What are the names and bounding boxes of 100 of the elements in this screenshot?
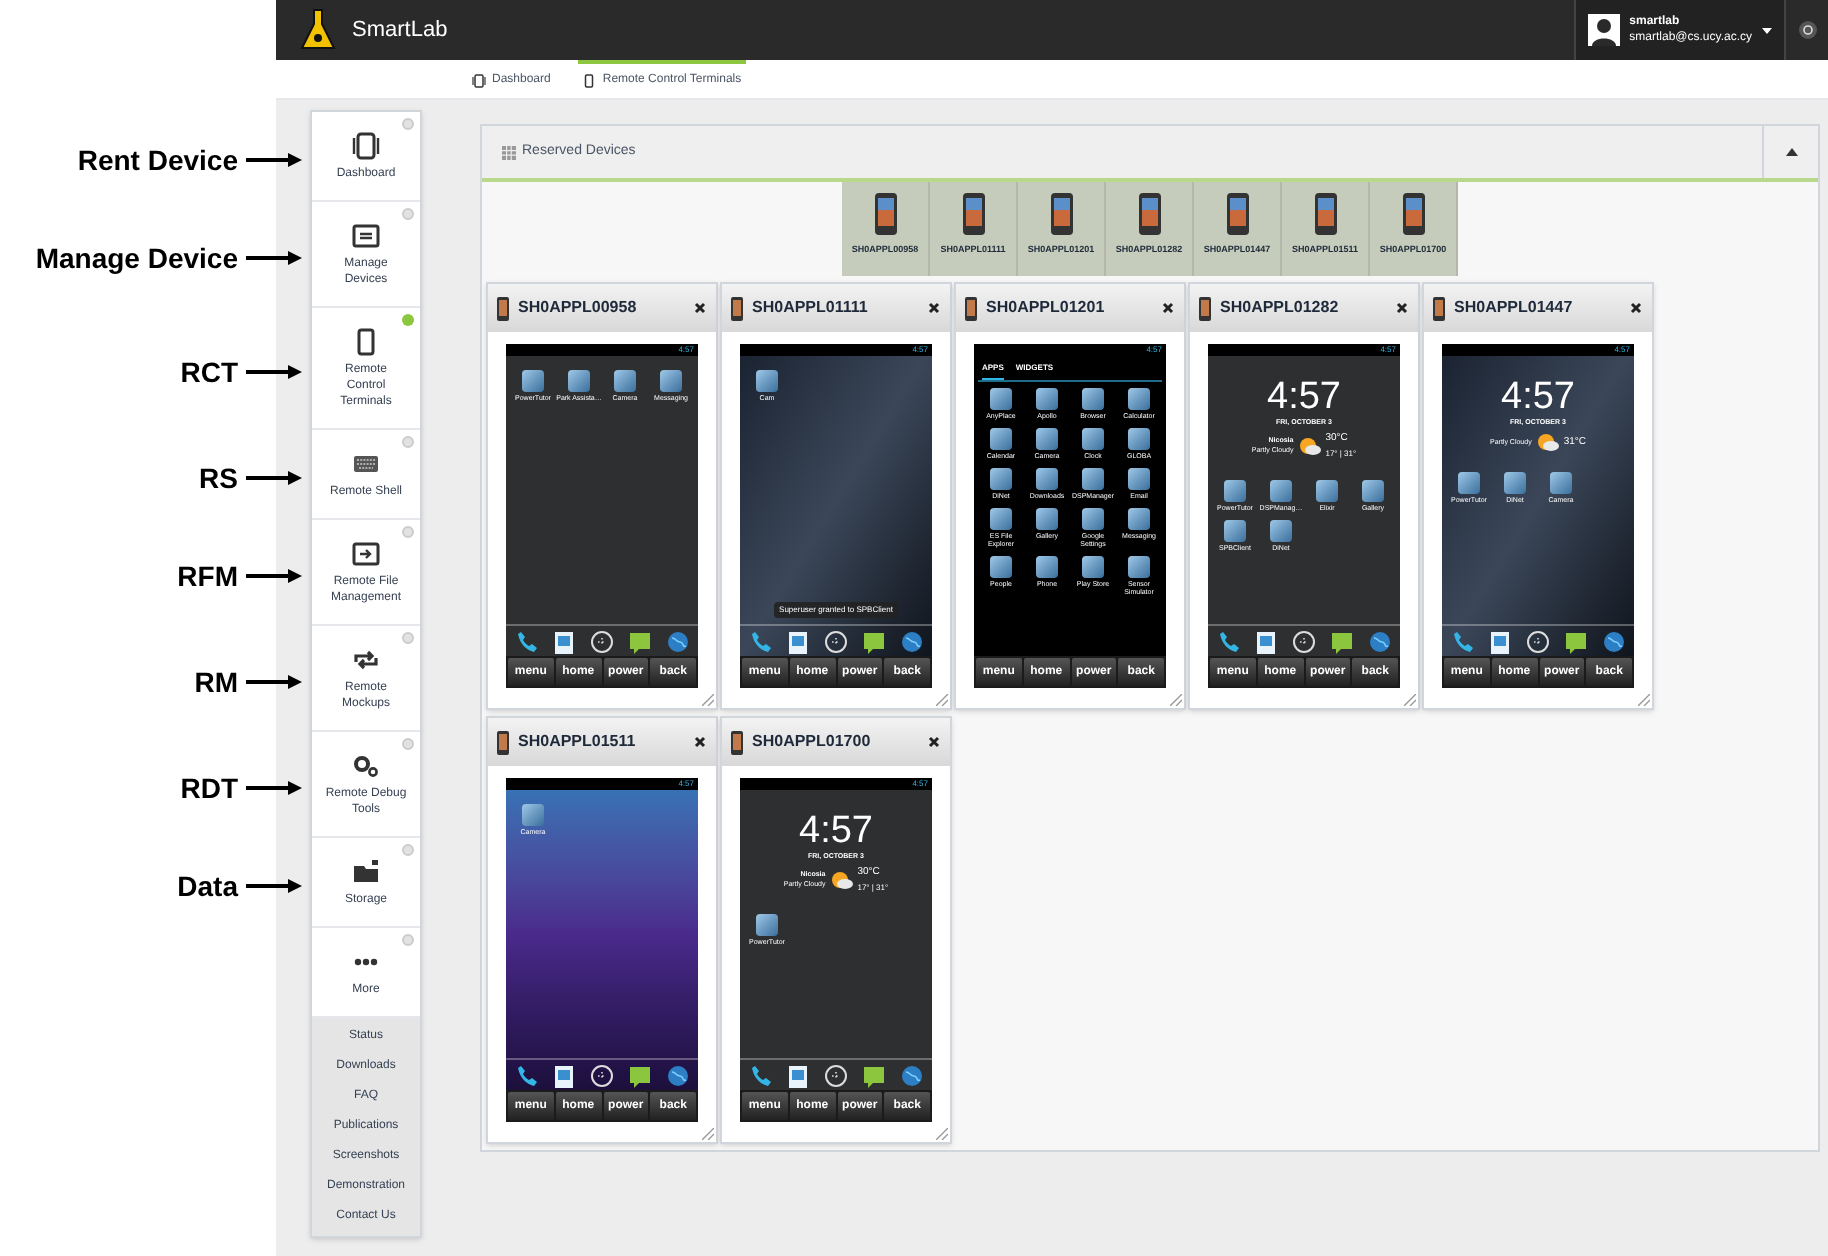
app-grid-icon bbox=[823, 629, 848, 653]
annotation-label: RS bbox=[199, 459, 238, 497]
avatar-icon bbox=[1587, 14, 1620, 46]
terminal-title: SH0APPL01282 bbox=[1220, 296, 1341, 320]
close-icon bbox=[694, 736, 706, 748]
annotation-label: Manage Device bbox=[35, 239, 238, 278]
phone-icon bbox=[730, 729, 744, 755]
phone-icon bbox=[1137, 192, 1161, 236]
phone-icon bbox=[747, 629, 772, 653]
resize-grip-icon bbox=[1638, 694, 1650, 706]
repeat-icon bbox=[352, 646, 380, 674]
phone-icon bbox=[1198, 295, 1212, 321]
phone-icon bbox=[513, 629, 538, 653]
contacts-icon bbox=[785, 629, 810, 653]
phone-icon bbox=[513, 1063, 538, 1087]
message-icon bbox=[862, 1063, 887, 1087]
tablet-icon bbox=[352, 132, 380, 160]
resize-grip-icon bbox=[1404, 694, 1416, 706]
globe-icon bbox=[900, 629, 925, 653]
message-icon bbox=[628, 1063, 653, 1087]
close-button[interactable] bbox=[926, 734, 942, 750]
phone-icon bbox=[873, 192, 897, 236]
flask-logo-icon bbox=[300, 6, 336, 54]
close-icon bbox=[694, 302, 706, 314]
grid-icon bbox=[502, 145, 516, 159]
app-grid-icon bbox=[589, 629, 614, 653]
app-title: SmartLab bbox=[352, 15, 448, 46]
terminal-title: SH0APPL01511 bbox=[518, 730, 638, 754]
phone-icon bbox=[352, 328, 380, 356]
phone-icon bbox=[1313, 192, 1337, 236]
message-icon bbox=[1564, 629, 1589, 653]
close-button[interactable] bbox=[1394, 300, 1410, 316]
phone-icon bbox=[1449, 629, 1474, 653]
caret-icon bbox=[1762, 27, 1772, 33]
annotation-label: RM bbox=[194, 663, 238, 701]
phone-icon bbox=[1401, 192, 1425, 236]
file-transfer-icon bbox=[352, 540, 380, 568]
pointer-arrow bbox=[244, 152, 304, 168]
clock-time: 4:57 bbox=[799, 812, 873, 852]
close-icon bbox=[1396, 302, 1408, 314]
app-grid-icon bbox=[1291, 629, 1316, 653]
contacts-icon bbox=[1253, 629, 1278, 653]
resize-grip-icon bbox=[702, 1128, 714, 1140]
app-grid-icon bbox=[823, 1063, 848, 1087]
device-swap-icon bbox=[352, 222, 380, 250]
clock-time: 4:57 bbox=[1501, 378, 1575, 418]
resize-grip-icon bbox=[936, 1128, 948, 1140]
close-button[interactable] bbox=[1160, 300, 1176, 316]
message-icon bbox=[1330, 629, 1355, 653]
pointer-arrow bbox=[244, 878, 304, 894]
contacts-icon bbox=[785, 1063, 810, 1087]
close-button[interactable] bbox=[926, 300, 942, 316]
terminal-title: SH0APPL01111 bbox=[752, 296, 870, 320]
pointer-arrow bbox=[244, 674, 304, 690]
message-icon bbox=[628, 629, 653, 653]
folder-icon bbox=[352, 858, 380, 886]
phone-icon bbox=[1215, 629, 1240, 653]
phone-icon bbox=[961, 192, 985, 236]
gears-icon bbox=[352, 752, 380, 780]
pointer-arrow bbox=[244, 250, 304, 266]
phone-icon bbox=[1225, 192, 1249, 236]
annotation-label: RCT bbox=[180, 353, 238, 391]
globe-icon bbox=[1368, 629, 1393, 653]
close-button[interactable] bbox=[1628, 300, 1644, 316]
app-grid-icon bbox=[589, 1063, 614, 1087]
annotation-label: RDT bbox=[180, 769, 238, 807]
phone-icon bbox=[1049, 192, 1073, 236]
contacts-icon bbox=[551, 1063, 576, 1087]
pointer-arrow bbox=[244, 568, 304, 584]
sun-cloud-icon bbox=[1535, 432, 1560, 453]
resize-grip-icon bbox=[702, 694, 714, 706]
phone-icon bbox=[496, 729, 510, 755]
annotation-label: Rent Device bbox=[77, 141, 238, 179]
phone-icon bbox=[496, 295, 510, 321]
globe-icon bbox=[666, 1063, 691, 1087]
close-icon bbox=[928, 302, 940, 314]
sun-cloud-icon bbox=[829, 870, 854, 890]
tablet-icon bbox=[472, 74, 486, 88]
app-grid-icon bbox=[1525, 629, 1550, 653]
resize-grip-icon bbox=[936, 694, 948, 706]
close-button[interactable] bbox=[692, 734, 708, 750]
close-icon bbox=[1630, 302, 1642, 314]
phone-icon bbox=[1432, 295, 1446, 321]
globe-icon bbox=[1602, 629, 1627, 653]
globe-icon bbox=[900, 1063, 925, 1087]
terminal-title: SH0APPL00958 bbox=[518, 296, 639, 320]
pointer-arrow bbox=[244, 470, 304, 486]
close-icon bbox=[1162, 302, 1174, 314]
annotation-label: Data bbox=[177, 867, 238, 905]
close-button[interactable] bbox=[692, 300, 708, 316]
resize-grip-icon bbox=[1170, 694, 1182, 706]
phone-icon bbox=[730, 295, 744, 321]
terminal-title: SH0APPL01447 bbox=[1454, 296, 1575, 320]
pointer-arrow bbox=[244, 780, 304, 796]
caret-up-icon bbox=[1785, 148, 1797, 156]
close-icon bbox=[928, 736, 940, 748]
globe-icon bbox=[666, 629, 691, 653]
contacts-icon bbox=[1487, 629, 1512, 653]
keyboard-icon bbox=[352, 450, 380, 478]
sun-cloud-icon bbox=[1297, 436, 1322, 456]
